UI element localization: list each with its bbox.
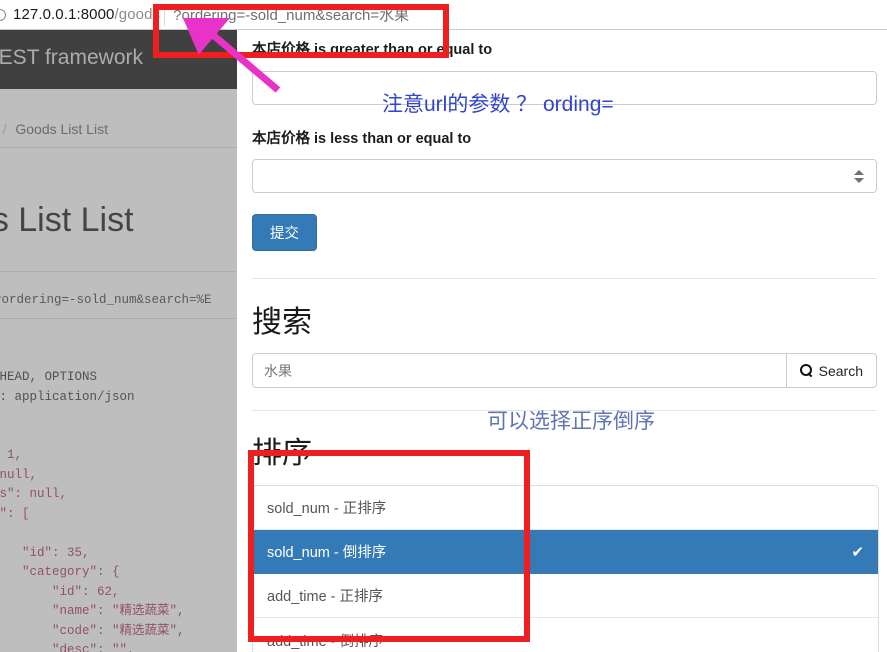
json-line: "desc": "", [0,643,135,652]
sort-option-label: add_time - 倒排序 [267,630,383,651]
search-button[interactable]: Search [786,353,877,388]
annotation-text-sort: 可以选择正序倒序 [487,405,655,435]
number-stepper-icon[interactable] [852,166,865,186]
search-button-label: Search [819,363,863,379]
sort-options-list: sold_num - 正排序 sold_num - 倒排序 ✔ add_time… [252,485,879,652]
divider-title [0,271,237,272]
stepper-up-icon[interactable] [854,170,864,175]
submit-button[interactable]: 提交 [252,214,317,251]
sort-option-add-time-desc[interactable]: add_time - 倒排序 [253,618,878,652]
sort-option-label: sold_num - 倒排序 [267,541,386,562]
url-path: /goods [115,6,161,23]
search-input[interactable] [252,353,786,388]
json-line: "id": 35, [0,546,90,560]
page-title: ods List List [0,201,134,240]
check-icon: ✔ [851,543,864,561]
divider-request [0,318,237,319]
json-line: xt": null, [0,468,37,482]
json-line: unt": 1, [0,448,22,462]
price-gte-label: 本店价格 is greater than or equal to [252,38,879,59]
json-line: "name": "精选蔬菜", [0,604,185,618]
stepper-down-icon[interactable] [854,178,864,183]
url-host: 127.0.0.1:8000 [13,6,115,23]
url-host-path: 127.0.0.1:8000/goods [13,6,160,23]
sort-option-add-time-asc[interactable]: add_time - 正排序 [253,574,878,618]
json-line: evious": null, [0,487,67,501]
search-icon [800,364,813,377]
background-page: o REST framework ot / Goods List List od… [0,29,237,652]
breadcrumb-current: Goods List List [15,121,108,137]
response-contenttype-line: -Type: application/json [0,390,135,404]
sort-option-label: add_time - 正排序 [267,585,383,606]
sort-option-sold-num-desc[interactable]: sold_num - 倒排序 ✔ [253,530,878,574]
json-line: "code": "精选蔬菜", [0,624,185,638]
breadcrumb: ot / Goods List List [0,121,108,137]
sort-option-sold-num-asc[interactable]: sold_num - 正排序 [253,486,878,530]
divider-top [0,147,237,148]
price-lte-label: 本店价格 is less than or equal to [252,127,879,148]
json-line: sults": [ [0,507,30,521]
drf-brand-label: o REST framework [0,46,143,70]
filter-modal-panel: 本店价格 is greater than or equal to 本店价格 is… [237,29,887,652]
json-line: "category": { [0,565,120,579]
drf-navbar: o REST framework [0,29,237,89]
url-divider [164,4,165,26]
price-lte-input[interactable] [252,159,877,193]
request-url-line: ods/?ordering=-sold_num&search=%E [0,293,212,307]
json-line: "id": 62, [0,585,120,599]
browser-url-bar[interactable]: 127.0.0.1:8000/goods ?ordering=-sold_num… [0,0,887,30]
url-query-params: ?ordering=-sold_num&search=水果 [173,4,409,25]
response-code-block: 0 OK GET, HEAD, OPTIONS -Type: applicati… [0,329,237,652]
breadcrumb-separator: / [0,121,11,137]
back-circle-icon[interactable] [0,9,6,21]
search-heading: 搜索 [252,297,879,341]
search-input-group: Search [252,353,877,388]
response-allow-line: GET, HEAD, OPTIONS [0,370,97,384]
sort-option-label: sold_num - 正排序 [267,497,386,518]
annotation-text-url: 注意url的参数 ？ ording= [382,88,614,118]
